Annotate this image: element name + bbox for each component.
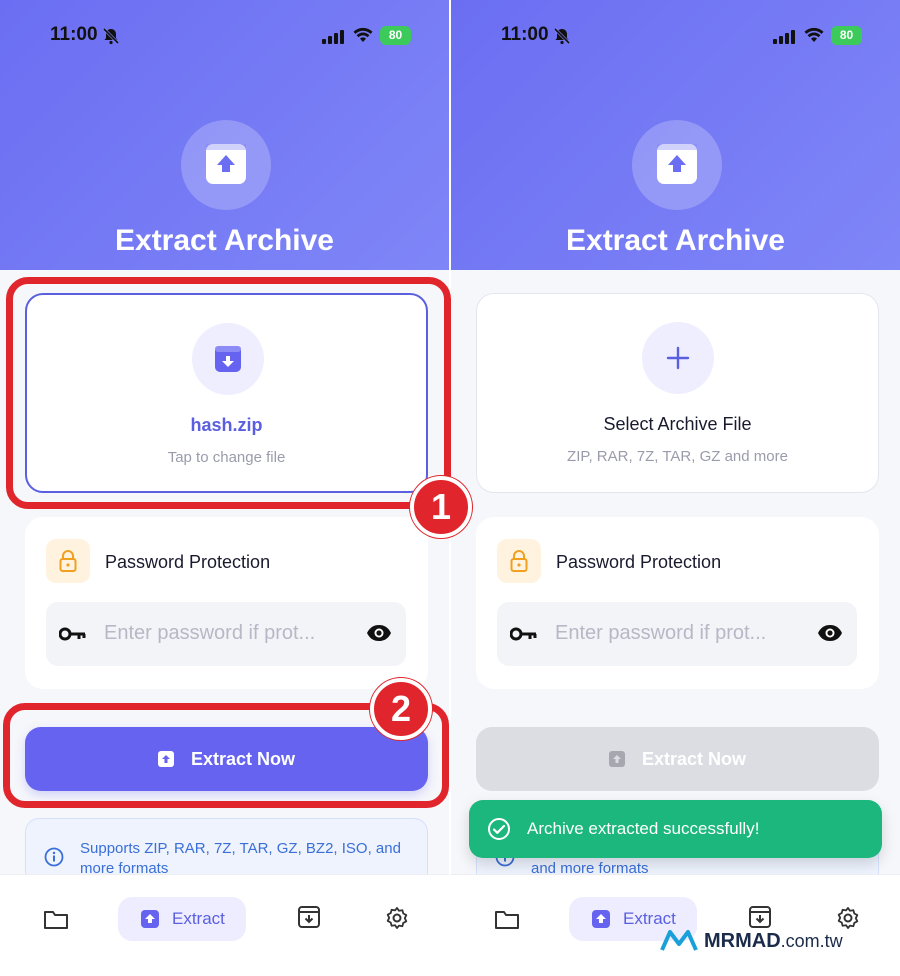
tab-bar: Extract xyxy=(451,874,900,976)
lock-icon xyxy=(497,539,541,583)
info-text: Supports ZIP, RAR, 7Z, TAR, GZ, BZ2, ISO… xyxy=(80,840,401,877)
wifi-icon xyxy=(353,27,373,42)
archive-upload-icon xyxy=(206,144,246,184)
hero-icon-circle xyxy=(632,120,722,210)
password-placeholder: Enter password if prot... xyxy=(104,622,316,644)
eye-icon[interactable] xyxy=(817,623,843,643)
wifi-icon xyxy=(804,27,824,42)
folder-icon[interactable] xyxy=(494,897,520,941)
page-title: Extract Archive xyxy=(115,224,334,257)
header-banner: 11:00 80 Extract Archive xyxy=(0,0,449,270)
file-select-card[interactable]: Select Archive File ZIP, RAR, 7Z, TAR, G… xyxy=(476,293,879,493)
tab-extract[interactable]: Extract xyxy=(118,897,246,941)
check-circle-icon xyxy=(488,818,510,840)
silent-bell-icon xyxy=(102,27,120,45)
gear-icon[interactable] xyxy=(385,896,409,940)
step-badge-2: 2 xyxy=(370,678,432,740)
eye-icon[interactable] xyxy=(366,623,392,643)
success-toast: Archive extracted successfully! xyxy=(469,800,882,858)
header-banner: 11:00 80 Extract Archive xyxy=(451,0,900,270)
info-icon xyxy=(44,847,64,867)
extract-now-button[interactable]: Extract Now xyxy=(476,727,879,791)
silent-bell-icon xyxy=(553,27,571,45)
password-input[interactable]: Enter password if prot... xyxy=(497,602,857,666)
password-input[interactable]: Enter password if prot... xyxy=(46,602,406,666)
tab-extract-label: Extract xyxy=(623,909,676,928)
archive-icon[interactable] xyxy=(297,895,321,939)
extract-now-label: Extract Now xyxy=(641,749,747,769)
step-badge-1: 1 xyxy=(410,476,472,538)
mrmad-logo-icon xyxy=(660,930,698,951)
battery-indicator: 80 xyxy=(831,26,862,45)
lock-icon xyxy=(46,539,90,583)
status-time: 11:00 xyxy=(50,24,98,45)
password-placeholder: Enter password if prot... xyxy=(555,622,767,644)
watermark-domain: .com.tw xyxy=(780,931,843,951)
tab-bar: Extract xyxy=(0,874,449,976)
status-bar: 11:00 80 xyxy=(451,24,900,50)
password-title: Password Protection xyxy=(556,552,722,572)
plus-icon xyxy=(666,346,690,370)
tab-extract-label: Extract xyxy=(172,909,225,928)
file-icon-circle xyxy=(642,322,714,394)
key-icon xyxy=(510,627,537,641)
extract-icon xyxy=(608,751,625,767)
watermark-brand: MRMAD xyxy=(704,930,781,952)
extract-tab-icon xyxy=(141,910,159,928)
page-title: Extract Archive xyxy=(566,224,785,257)
status-time: 11:00 xyxy=(501,24,549,45)
hero-icon-circle xyxy=(181,120,271,210)
extract-tab-icon xyxy=(592,910,610,928)
password-card: Password Protection Enter password if pr… xyxy=(25,517,428,689)
status-bar: 11:00 80 xyxy=(0,24,449,50)
highlight-file-card xyxy=(6,277,451,509)
file-name: Select Archive File xyxy=(603,414,752,434)
file-subtitle: ZIP, RAR, 7Z, TAR, GZ and more xyxy=(567,448,788,465)
signal-icon xyxy=(773,30,795,44)
key-icon xyxy=(59,627,86,641)
watermark-text: MRMAD.com.tw xyxy=(704,930,843,953)
archive-upload-icon xyxy=(657,144,697,184)
password-card: Password Protection Enter password if pr… xyxy=(476,517,879,689)
password-title: Password Protection xyxy=(105,552,271,572)
toast-message: Archive extracted successfully! xyxy=(527,819,760,838)
folder-icon[interactable] xyxy=(43,897,69,941)
signal-icon xyxy=(322,30,344,44)
battery-indicator: 80 xyxy=(380,26,411,45)
